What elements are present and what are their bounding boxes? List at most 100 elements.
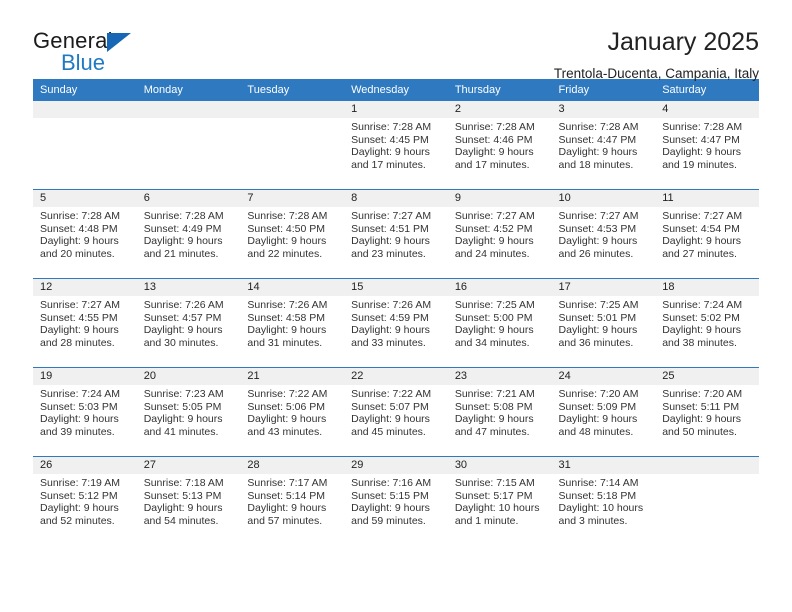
day-number: 1 (344, 101, 448, 118)
daylight-text-line1: Daylight: 9 hours (558, 146, 638, 159)
calendar-day-cell[interactable]: 2 Sunrise: 7:28 AM Sunset: 4:46 PM Daylight… (447, 101, 552, 190)
calendar-day-cell[interactable]: 18 Sunrise: 7:24 AM Sunset: 5:02 PM Dayligh… (655, 278, 759, 368)
calendar-day-cell[interactable]: 12 Sunrise: 7:27 AM Sunset: 4:55 PM Dayligh… (33, 278, 137, 368)
calendar-day-cell[interactable]: 13 Sunrise: 7:26 AM Sunset: 4:57 PM Dayligh… (136, 278, 241, 368)
calendar-day-cell[interactable] (655, 456, 759, 545)
calendar-day-cell[interactable]: 30 Sunrise: 7:15 AM Sunset: 5:17 PM Dayligh… (447, 456, 552, 545)
calendar-day-cell[interactable]: 17 Sunrise: 7:25 AM Sunset: 5:01 PM Dayligh… (551, 278, 656, 368)
calendar-day-cell[interactable]: 25 Sunrise: 7:20 AM Sunset: 5:11 PM Dayligh… (655, 367, 759, 457)
daylight-text-line1: Daylight: 9 hours (351, 324, 430, 337)
logo-text-general: General (33, 28, 113, 53)
daylight-text-line1: Daylight: 9 hours (40, 235, 119, 248)
day-cell: 22 Sunrise: 7:22 AM Sunset: 5:07 PM Dayligh… (344, 368, 448, 456)
calendar-day-cell[interactable]: 9 Sunrise: 7:27 AM Sunset: 4:52 PM Daylight… (447, 189, 552, 279)
sunrise-text: Sunrise: 7:27 AM (351, 210, 432, 222)
day-sun-info: Sunrise: 7:28 AM Sunset: 4:50 PM Daylight:… (240, 207, 344, 260)
day-number: 21 (240, 368, 345, 385)
calendar-day-cell[interactable] (33, 101, 137, 190)
calendar-day-cell[interactable]: 23 Sunrise: 7:21 AM Sunset: 5:08 PM Dayligh… (447, 367, 552, 457)
sunset-text: Sunset: 4:50 PM (247, 222, 326, 235)
sunrise-text: Sunrise: 7:25 AM (454, 299, 535, 311)
calendar-day-cell[interactable]: 5 Sunrise: 7:28 AM Sunset: 4:48 PM Daylight… (33, 189, 137, 279)
calendar-day-cell[interactable]: 29 Sunrise: 7:16 AM Sunset: 5:15 PM Dayligh… (344, 456, 448, 545)
day-cell-empty (136, 101, 241, 189)
day-cell: 24 Sunrise: 7:20 AM Sunset: 5:09 PM Dayligh… (551, 368, 656, 456)
sunrise-text: Sunrise: 7:20 AM (558, 388, 639, 400)
day-number: 9 (447, 190, 552, 207)
calendar-day-cell[interactable]: 6 Sunrise: 7:28 AM Sunset: 4:49 PM Daylight… (136, 189, 241, 279)
weekday-header-saturday: Saturday (655, 79, 759, 101)
sunrise-text: Sunrise: 7:28 AM (351, 121, 432, 133)
daylight-text-line1: Daylight: 9 hours (662, 235, 742, 248)
sunrise-text: Sunrise: 7:26 AM (351, 299, 432, 311)
day-number: 26 (33, 457, 137, 474)
calendar-week-row: 26 Sunrise: 7:19 AM Sunset: 5:12 PM Dayligh… (33, 456, 759, 545)
calendar-day-cell[interactable]: 14 Sunrise: 7:26 AM Sunset: 4:58 PM Dayligh… (240, 278, 345, 368)
daylight-text-line1: Daylight: 10 hours (454, 502, 540, 515)
calendar-day-cell[interactable]: 8 Sunrise: 7:27 AM Sunset: 4:51 PM Daylight… (344, 189, 448, 279)
day-sun-info: Sunrise: 7:28 AM Sunset: 4:46 PM Daylight:… (448, 118, 552, 171)
calendar-day-cell[interactable]: 16 Sunrise: 7:25 AM Sunset: 5:00 PM Dayligh… (447, 278, 552, 368)
calendar-day-cell[interactable]: 10 Sunrise: 7:27 AM Sunset: 4:53 PM Dayligh… (551, 189, 656, 279)
sunrise-text: Sunrise: 7:27 AM (558, 210, 639, 222)
calendar-day-cell[interactable]: 7 Sunrise: 7:28 AM Sunset: 4:50 PM Daylight… (240, 189, 345, 279)
calendar-day-cell[interactable]: 3 Sunrise: 7:28 AM Sunset: 4:47 PM Daylight… (551, 101, 656, 190)
sunrise-text: Sunrise: 7:27 AM (454, 210, 535, 222)
day-cell: 11 Sunrise: 7:27 AM Sunset: 4:54 PM Dayligh… (655, 190, 759, 278)
daylight-text-line2: and 59 minutes. (351, 514, 426, 527)
weekday-header-monday: Monday (136, 79, 241, 101)
sunrise-text: Sunrise: 7:28 AM (40, 210, 120, 222)
day-number: 10 (551, 190, 656, 207)
daylight-text-line1: Daylight: 9 hours (247, 235, 327, 248)
calendar-day-cell[interactable]: 26 Sunrise: 7:19 AM Sunset: 5:12 PM Dayligh… (33, 456, 137, 545)
calendar-day-cell[interactable] (240, 101, 345, 190)
calendar-day-cell[interactable]: 1 Sunrise: 7:28 AM Sunset: 4:45 PM Daylight… (344, 101, 448, 190)
calendar-day-cell[interactable]: 31 Sunrise: 7:14 AM Sunset: 5:18 PM Dayligh… (551, 456, 656, 545)
calendar-day-cell[interactable]: 11 Sunrise: 7:27 AM Sunset: 4:54 PM Dayligh… (655, 189, 759, 279)
daylight-text-line2: and 31 minutes. (247, 336, 323, 349)
day-cell: 19 Sunrise: 7:24 AM Sunset: 5:03 PM Dayligh… (33, 368, 137, 456)
sunset-text: Sunset: 4:45 PM (351, 133, 429, 146)
sunset-text: Sunset: 4:48 PM (40, 222, 118, 235)
day-cell: 1 Sunrise: 7:28 AM Sunset: 4:45 PM Daylight… (344, 101, 448, 189)
day-sun-info: Sunrise: 7:26 AM Sunset: 4:58 PM Daylight:… (240, 296, 344, 349)
daylight-text-line1: Daylight: 9 hours (143, 235, 223, 248)
sunrise-text: Sunrise: 7:22 AM (247, 388, 328, 400)
sunset-text: Sunset: 5:07 PM (351, 400, 429, 413)
day-number: 29 (344, 457, 448, 474)
day-number: 16 (447, 279, 552, 296)
day-cell: 8 Sunrise: 7:27 AM Sunset: 4:51 PM Daylight… (344, 190, 448, 278)
sunset-text: Sunset: 5:08 PM (454, 400, 533, 413)
calendar-day-cell[interactable] (136, 101, 241, 190)
calendar-day-cell[interactable]: 27 Sunrise: 7:18 AM Sunset: 5:13 PM Dayligh… (136, 456, 241, 545)
sunset-text: Sunset: 5:09 PM (558, 400, 637, 413)
day-cell: 26 Sunrise: 7:19 AM Sunset: 5:12 PM Dayligh… (33, 457, 137, 545)
calendar-day-cell[interactable]: 15 Sunrise: 7:26 AM Sunset: 4:59 PM Dayligh… (344, 278, 448, 368)
calendar-day-cell[interactable]: 19 Sunrise: 7:24 AM Sunset: 5:03 PM Dayligh… (33, 367, 137, 457)
calendar-day-cell[interactable]: 21 Sunrise: 7:22 AM Sunset: 5:06 PM Dayligh… (240, 367, 345, 457)
weekday-header-tuesday: Tuesday (240, 79, 345, 101)
day-sun-info: Sunrise: 7:19 AM Sunset: 5:12 PM Daylight:… (33, 474, 137, 527)
calendar-day-cell[interactable]: 22 Sunrise: 7:22 AM Sunset: 5:07 PM Dayligh… (344, 367, 448, 457)
day-sun-info: Sunrise: 7:22 AM Sunset: 5:07 PM Daylight:… (344, 385, 448, 438)
general-blue-logo[interactable]: General Blue (33, 28, 153, 80)
day-number (136, 101, 241, 118)
daylight-text-line1: Daylight: 9 hours (247, 413, 327, 426)
weekday-header-wednesday: Wednesday (344, 79, 448, 101)
day-number: 15 (344, 279, 448, 296)
day-cell: 17 Sunrise: 7:25 AM Sunset: 5:01 PM Dayligh… (551, 279, 656, 367)
daylight-text-line1: Daylight: 9 hours (662, 146, 742, 159)
daylight-text-line2: and 17 minutes. (351, 158, 426, 171)
calendar-day-cell[interactable]: 28 Sunrise: 7:17 AM Sunset: 5:14 PM Dayligh… (240, 456, 345, 545)
calendar-day-cell[interactable]: 20 Sunrise: 7:23 AM Sunset: 5:05 PM Dayligh… (136, 367, 241, 457)
calendar-day-cell[interactable]: 4 Sunrise: 7:28 AM Sunset: 4:47 PM Daylight… (655, 101, 759, 190)
daylight-text-line1: Daylight: 9 hours (40, 502, 119, 515)
sunrise-text: Sunrise: 7:17 AM (247, 477, 328, 489)
day-number: 12 (33, 279, 137, 296)
day-sun-info: Sunrise: 7:17 AM Sunset: 5:14 PM Daylight:… (240, 474, 344, 527)
calendar-page: General Blue January 2025 Trentola-Ducen… (0, 0, 792, 612)
day-number: 19 (33, 368, 137, 385)
calendar-day-cell[interactable]: 24 Sunrise: 7:20 AM Sunset: 5:09 PM Dayligh… (551, 367, 656, 457)
daylight-text-line1: Daylight: 9 hours (662, 324, 742, 337)
sunset-text: Sunset: 4:47 PM (662, 133, 740, 146)
